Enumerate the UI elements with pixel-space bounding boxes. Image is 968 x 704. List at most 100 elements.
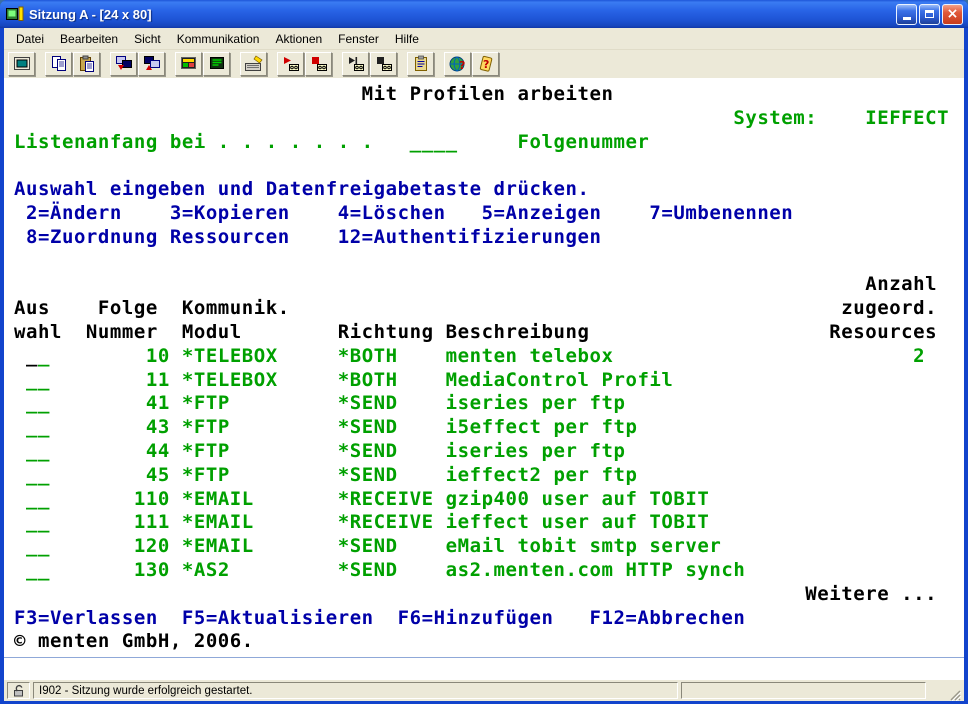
menu-fenster[interactable]: Fenster bbox=[330, 29, 387, 49]
selection-input[interactable]: __ bbox=[14, 440, 146, 462]
terminal-line: __ 111 *EMAIL *RECEIVE ieffect user auf … bbox=[14, 511, 964, 535]
terminal-line: __ 45 *FTP *SEND ieffect2 per ftp bbox=[14, 464, 964, 488]
terminal-text: System: IEFFECT bbox=[14, 107, 964, 129]
status-icon-panel bbox=[7, 682, 30, 699]
notepad-button[interactable] bbox=[407, 52, 434, 76]
terminal-line: System: IEFFECT bbox=[14, 107, 964, 131]
web-support-button[interactable]: ? bbox=[444, 52, 471, 76]
terminal-text: 111 *EMAIL *RECEIVE ieffect user auf TOB… bbox=[134, 511, 964, 533]
svg-text:?: ? bbox=[459, 59, 465, 72]
oia-area bbox=[4, 657, 964, 680]
terminal-text: wahl Nummer Modul Richtung Beschreibung … bbox=[14, 321, 964, 343]
maximize-button[interactable] bbox=[919, 4, 940, 25]
title-bar[interactable]: Sitzung A - [24 x 80] × bbox=[0, 0, 968, 28]
paste-icon bbox=[77, 55, 97, 73]
terminal-line: F3=Verlassen F5=Aktualisieren F6=Hinzufü… bbox=[14, 607, 964, 631]
svg-text:?: ? bbox=[483, 58, 489, 71]
terminal-line: __ 11 *TELEBOX *BOTH MediaControl Profil bbox=[14, 369, 964, 393]
play-macro-button[interactable] bbox=[342, 52, 369, 76]
menu-kommunikation[interactable]: Kommunikation bbox=[169, 29, 268, 49]
terminal-text: 45 *FTP *SEND ieffect2 per ftp bbox=[146, 464, 964, 486]
terminal-line: __ 10 *TELEBOX *BOTH menten telebox 2 bbox=[14, 345, 964, 369]
terminal-text: 110 *EMAIL *RECEIVE gzip400 user auf TOB… bbox=[134, 488, 964, 510]
selection-input[interactable]: __ bbox=[14, 535, 134, 557]
menu-hilfe[interactable]: Hilfe bbox=[387, 29, 427, 49]
selection-input[interactable]: __ bbox=[14, 511, 134, 533]
application-icon bbox=[6, 6, 24, 22]
terminal-screen[interactable]: Mit Profilen arbeiten System: IEFFECT Li… bbox=[4, 78, 964, 657]
terminal-text: 10 *TELEBOX *BOTH menten telebox 2 bbox=[146, 345, 964, 367]
selection-input[interactable]: _ bbox=[38, 345, 146, 367]
pause-macro-icon bbox=[374, 55, 394, 73]
send-file-icon bbox=[114, 55, 134, 73]
selection-input[interactable]: __ bbox=[14, 392, 146, 414]
terminal-line bbox=[14, 154, 964, 178]
paste-button[interactable] bbox=[73, 52, 100, 76]
selection-input[interactable]: ____ bbox=[410, 131, 518, 153]
send-file-button[interactable] bbox=[110, 52, 137, 76]
terminal-text: Listenanfang bei . . . . . . . bbox=[14, 131, 410, 153]
terminal-line: __ 120 *EMAIL *SEND eMail tobit smtp ser… bbox=[14, 535, 964, 559]
session-window-icon bbox=[12, 55, 32, 73]
pause-macro-button[interactable] bbox=[370, 52, 397, 76]
terminal-text bbox=[14, 250, 964, 272]
help-button[interactable]: ? bbox=[472, 52, 499, 76]
copy-icon bbox=[49, 55, 69, 73]
terminal-line: wahl Nummer Modul Richtung Beschreibung … bbox=[14, 321, 964, 345]
status-message: I902 - Sitzung wurde erfolgreich gestart… bbox=[33, 682, 678, 699]
menu-sicht[interactable]: Sicht bbox=[126, 29, 169, 49]
keyboard-setup-icon bbox=[244, 55, 264, 73]
terminal-text: 11 *TELEBOX *BOTH MediaControl Profil bbox=[146, 369, 964, 391]
close-button[interactable]: × bbox=[942, 4, 963, 25]
copy-button[interactable] bbox=[45, 52, 72, 76]
terminal-text: Mit Profilen arbeiten bbox=[14, 83, 964, 105]
minimize-button[interactable] bbox=[896, 4, 917, 25]
terminal-line: Mit Profilen arbeiten bbox=[14, 83, 964, 107]
session-window-button[interactable] bbox=[8, 52, 35, 76]
terminal-text bbox=[14, 154, 964, 176]
color-setup-button[interactable] bbox=[203, 52, 230, 76]
terminal-line: © menten GmbH, 2006. bbox=[14, 630, 964, 654]
selection-input[interactable]: __ bbox=[14, 464, 146, 486]
menu-bar: Datei Bearbeiten Sicht Kommunikation Akt… bbox=[4, 28, 964, 50]
terminal-line: __ 130 *AS2 *SEND as2.menten.com HTTP sy… bbox=[14, 559, 964, 583]
status-panel-extra bbox=[681, 682, 926, 699]
terminal-text: © menten GmbH, 2006. bbox=[14, 630, 964, 652]
terminal-text: 2=Ändern 3=Kopieren 4=Löschen 5=Anzeigen… bbox=[14, 202, 964, 224]
terminal-line: Aus Folge Kommunik. zugeord. bbox=[14, 297, 964, 321]
selection-input[interactable]: __ bbox=[14, 559, 134, 581]
terminal-text: Folgenummer bbox=[518, 131, 964, 153]
maximize-icon bbox=[925, 10, 934, 18]
menu-datei[interactable]: Datei bbox=[8, 29, 52, 49]
terminal-text: Anzahl bbox=[14, 273, 964, 295]
terminal-line: Listenanfang bei . . . . . . . ____ Folg… bbox=[14, 131, 964, 155]
terminal-line: Weitere ... bbox=[14, 583, 964, 607]
keyboard-setup-button[interactable] bbox=[240, 52, 267, 76]
terminal-text: 130 *AS2 *SEND as2.menten.com HTTP synch bbox=[134, 559, 964, 581]
selection-input[interactable]: __ bbox=[14, 416, 146, 438]
stop-macro-button[interactable] bbox=[305, 52, 332, 76]
notepad-icon bbox=[411, 55, 431, 73]
selection-input[interactable]: __ bbox=[14, 488, 134, 510]
terminal-line: Auswahl eingeben und Datenfreigabetaste … bbox=[14, 178, 964, 202]
terminal-line bbox=[14, 250, 964, 274]
resize-grip[interactable] bbox=[948, 688, 961, 701]
selection-input[interactable]: __ bbox=[14, 369, 146, 391]
window-title: Sitzung A - [24 x 80] bbox=[29, 7, 894, 22]
receive-file-button[interactable] bbox=[138, 52, 165, 76]
terminal-text: 120 *EMAIL *SEND eMail tobit smtp server bbox=[134, 535, 964, 557]
menu-aktionen[interactable]: Aktionen bbox=[267, 29, 330, 49]
cursor: _ bbox=[14, 345, 38, 367]
terminal-text: 8=Zuordnung Ressourcen 12=Authentifizier… bbox=[14, 226, 964, 248]
menu-bearbeiten[interactable]: Bearbeiten bbox=[52, 29, 126, 49]
terminal-text: 44 *FTP *SEND iseries per ftp bbox=[146, 440, 964, 462]
terminal-line: __ 44 *FTP *SEND iseries per ftp bbox=[14, 440, 964, 464]
minimize-icon bbox=[903, 17, 911, 20]
receive-file-icon bbox=[142, 55, 162, 73]
display-setup-button[interactable] bbox=[175, 52, 202, 76]
record-macro-button[interactable] bbox=[277, 52, 304, 76]
terminal-text: Weitere ... bbox=[14, 583, 964, 605]
terminal-line: __ 41 *FTP *SEND iseries per ftp bbox=[14, 392, 964, 416]
connection-status-icon bbox=[12, 684, 26, 697]
terminal-line: 2=Ändern 3=Kopieren 4=Löschen 5=Anzeigen… bbox=[14, 202, 964, 226]
